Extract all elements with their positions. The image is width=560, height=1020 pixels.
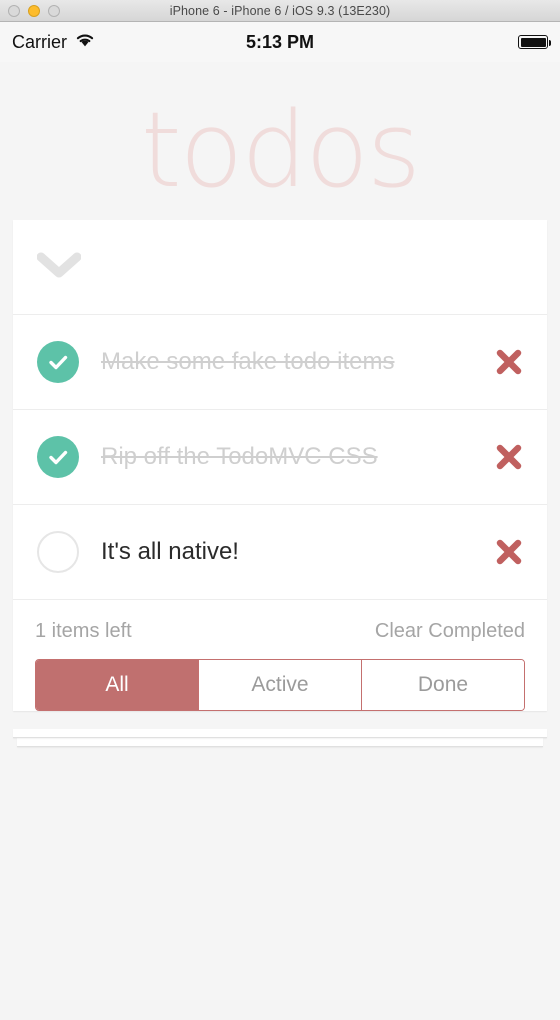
card-stack-sheet	[17, 738, 543, 747]
card-stack-sheet	[13, 729, 547, 738]
maximize-button[interactable]	[48, 4, 60, 17]
todo-label[interactable]: It's all native!	[101, 538, 491, 566]
delete-todo-button[interactable]	[491, 439, 527, 475]
ios-status-bar: Carrier 5:13 PM	[0, 22, 560, 62]
check-icon	[49, 355, 68, 370]
close-icon	[496, 444, 522, 470]
chevron-down-icon[interactable]	[36, 251, 82, 284]
filter-active[interactable]: Active	[199, 660, 362, 710]
todo-toggle-checked[interactable]	[37, 341, 79, 383]
minimize-button[interactable]	[28, 4, 40, 17]
wifi-icon	[74, 32, 96, 53]
page-title: todos	[140, 89, 421, 211]
status-bar-left: Carrier	[12, 32, 96, 53]
filter-all[interactable]: All	[36, 660, 199, 710]
window-title: iPhone 6 - iPhone 6 / iOS 9.3 (13E230)	[169, 3, 391, 18]
delete-todo-button[interactable]	[491, 534, 527, 570]
new-todo-row[interactable]	[13, 220, 547, 315]
battery-icon	[518, 35, 551, 49]
window-titlebar: iPhone 6 - iPhone 6 / iOS 9.3 (13E230)	[0, 0, 560, 22]
todo-card: Make some fake todo items Rip off the To…	[13, 220, 547, 711]
status-bar-right	[518, 35, 551, 49]
filter-segmented-control: All Active Done	[35, 659, 525, 711]
todo-app: todos Make some fake todo items Rip off …	[0, 62, 560, 1000]
todo-toggle-unchecked[interactable]	[37, 531, 79, 573]
todo-item[interactable]: Rip off the TodoMVC CSS	[13, 410, 547, 505]
window-controls	[8, 0, 60, 21]
filter-done[interactable]: Done	[362, 660, 524, 710]
carrier-label: Carrier	[12, 31, 68, 52]
check-icon	[49, 450, 68, 465]
delete-todo-button[interactable]	[491, 344, 527, 380]
footer-status-line: 1 items left Clear Completed	[35, 620, 525, 659]
items-left-count: 1 items left	[35, 620, 132, 642]
close-button[interactable]	[8, 4, 20, 17]
clear-completed-button[interactable]: Clear Completed	[375, 620, 525, 643]
todo-label[interactable]: Make some fake todo items	[101, 348, 491, 376]
todo-card-wrapper: Make some fake todo items Rip off the To…	[0, 220, 560, 747]
close-icon	[496, 539, 522, 565]
todo-item[interactable]: Make some fake todo items	[13, 315, 547, 410]
todo-toggle-checked[interactable]	[37, 436, 79, 478]
close-icon	[496, 349, 522, 375]
todo-footer: 1 items left Clear Completed All Active …	[13, 600, 547, 711]
todo-label[interactable]: Rip off the TodoMVC CSS	[101, 443, 491, 471]
todo-item[interactable]: It's all native!	[13, 505, 547, 600]
